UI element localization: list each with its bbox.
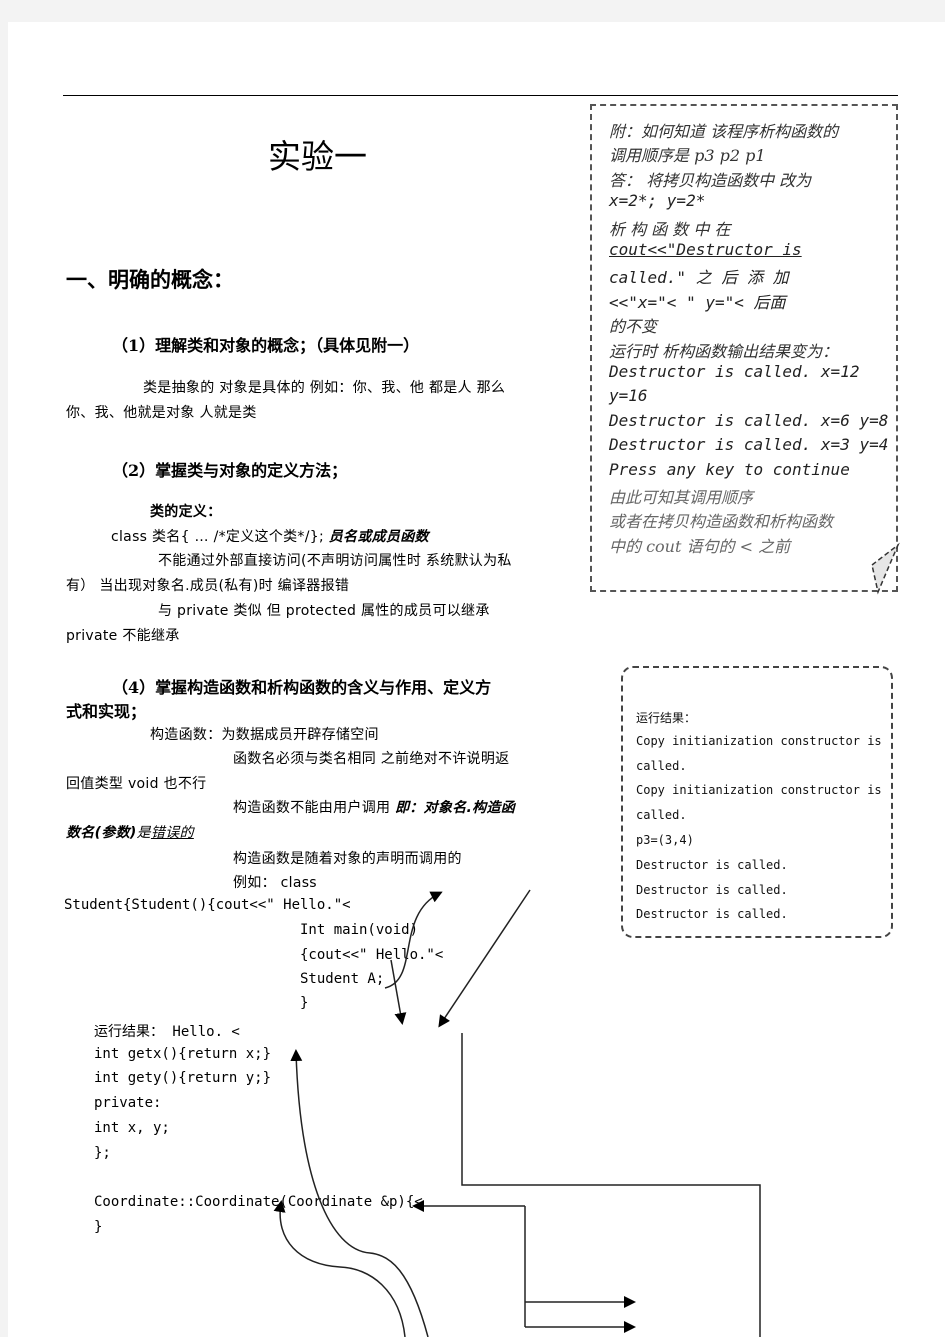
note-line: 的不变 <box>609 317 658 337</box>
ctor-line1: 构造函数：为数据成员开辟存储空间 <box>150 727 379 743</box>
ctor-line6: 构造函数是随着对象的声明而调用的 <box>233 851 462 867</box>
class-def-label: 类的定义： <box>150 504 222 520</box>
run-result-line: p3=(3,4) <box>636 833 694 847</box>
code-close-brace: } <box>300 995 309 1011</box>
note-line: cout<<"Destructor is <box>609 240 802 259</box>
class-def-code: class 类名{ … /*定义这个类*/}; <box>111 529 324 545</box>
note-line: 运行时 析构函数输出结果变为： <box>609 341 839 361</box>
ctor-line5-emphasis: 数名(参数) <box>66 825 137 841</box>
run-result-line: Destructor is called. <box>636 857 788 872</box>
note-line: Destructor is called. x=3 y=4 <box>609 435 889 455</box>
run-result-line: Destructor is called. <box>636 907 788 922</box>
section-heading-concepts: 一、明确的概念： <box>66 267 234 292</box>
note-line: called." 之 后 添 加 <box>609 268 789 288</box>
item4-heading-line2: 式和实现； <box>66 702 147 721</box>
code-student-a: Student A; <box>300 971 385 987</box>
code-copy-ctor-close: } <box>94 1219 103 1235</box>
class-def-emphasis: 员名或成员函数 <box>328 529 429 545</box>
note-line: Press any key to continue <box>609 459 850 479</box>
run-result-box <box>621 666 893 938</box>
note-line: Destructor is called. x=6 y=8 <box>609 410 889 430</box>
note-line: 或者在拷贝构造函数和析构函数 <box>609 512 834 532</box>
run-result-line: Copy initianization constructor is <box>636 783 882 798</box>
run-result-hello: 运行结果： Hello. < <box>94 1024 240 1040</box>
note-line: Destructor is called. x=12 <box>609 362 860 381</box>
run-result-line: Destructor is called. <box>636 882 788 897</box>
ctor-line4-text: 构造函数不能由用户调用 <box>233 800 396 816</box>
ctor-line5: 数名(参数)是错误的 <box>66 822 194 842</box>
class-def-line: class 类名{ … /*定义这个类*/}; 员名或成员函数 <box>111 526 429 546</box>
item1-body-line1: 类是抽象的 对象是具体的 例如：你、我、他 都是人 那么 <box>143 380 506 396</box>
ctor-line3: 回值类型 void 也不行 <box>66 776 207 792</box>
ctor-line5-wrong: 错误的 <box>150 825 194 841</box>
run-result-line: Copy initianization constructor is <box>636 733 882 748</box>
ctor-line4-emphasis: 即：对象名.构造函 <box>395 800 516 816</box>
private-note-line2: 有） 当出现对象名.成员(私有)时 编译器报错 <box>66 578 350 594</box>
item4-heading-line1: （4）掌握构造函数和析构函数的含义与作用、定义方 <box>112 678 492 697</box>
note-line: 调用顺序是 p3 p2 p1 <box>609 146 766 166</box>
code-end-class: }; <box>94 1145 111 1161</box>
run-result-line: called. <box>636 808 687 823</box>
code-main: Int main(void) <box>300 922 419 938</box>
note-line: <<"x="< " y="< 后面 <box>609 292 786 312</box>
header-rule <box>63 95 898 96</box>
note-line: 由此可知其调用顺序 <box>609 488 754 507</box>
ctor-line2: 函数名必须与类名相同 之前绝对不许说明返 <box>233 751 510 767</box>
code-cout: {cout<<" Hello."< <box>300 947 444 963</box>
page-title: 实验一 <box>268 137 367 176</box>
protected-note-line1: 与 private 类似 但 protected 属性的成员可以继承 <box>158 603 490 619</box>
code-student-class: Student{Student(){cout<<" Hello."< <box>64 897 351 913</box>
item2-heading: （2）掌握类与对象的定义方法； <box>112 461 348 480</box>
code-getx: int getx(){return x;} <box>94 1046 272 1062</box>
ctor-line7: 例如： class <box>233 875 317 891</box>
note-line: x=2*; y=2* <box>609 191 706 211</box>
run-result-line: called. <box>636 758 687 773</box>
item1-body-line2: 你、我、他就是对象 人就是类 <box>66 405 257 421</box>
protected-note-line2: private 不能继承 <box>66 628 180 644</box>
item1-heading: （1）理解类和对象的概念；（具体见附一） <box>112 336 420 355</box>
private-note-line1: 不能通过外部直接访问(不声明访问属性时 系统默认为私 <box>158 553 512 569</box>
note-line: 答： 将拷贝构造函数中 改为 <box>609 170 812 190</box>
note-line: 附：如何知道 该程序析构函数的 <box>609 122 839 141</box>
code-copy-ctor: Coordinate::Coordinate(Coordinate &p){< <box>94 1194 423 1210</box>
run-result-line: 运行结果： <box>636 711 697 725</box>
code-gety: int gety(){return y;} <box>94 1070 272 1086</box>
ctor-line5-is: 是 <box>136 825 151 841</box>
code-int-xy: int x, y; <box>94 1120 170 1136</box>
note-line: y=16 <box>609 386 648 406</box>
note-line: 析 构 函 数 中 在 <box>609 219 731 239</box>
code-private: private: <box>94 1095 162 1111</box>
ctor-line4: 构造函数不能由用户调用 即：对象名.构造函 <box>233 797 515 817</box>
note-line: 中的 cout 语句的 < 之前 <box>609 536 791 556</box>
